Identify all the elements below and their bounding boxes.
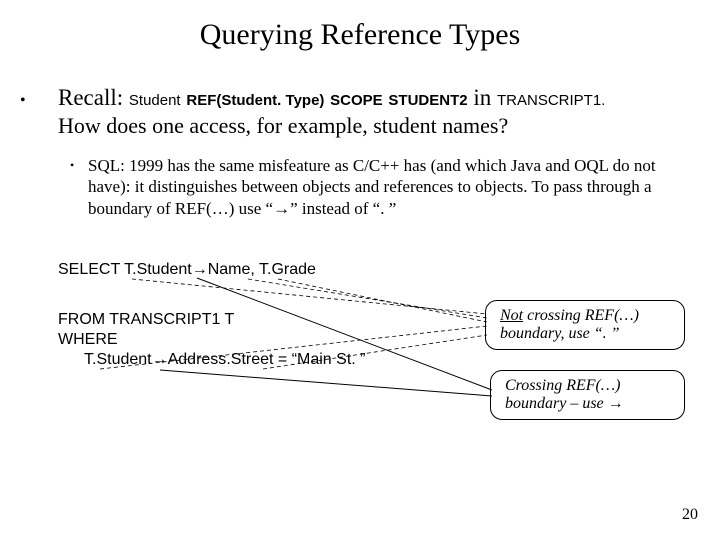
code-student2: STUDENT2 <box>388 92 467 109</box>
sql-student1: Student <box>137 261 192 278</box>
bullet-dot: • <box>20 92 26 110</box>
code-student: Student <box>129 92 181 109</box>
sql-l4-street: Street = “Main St. ” <box>231 351 366 368</box>
callout1-line2: boundary, use “. ” <box>500 325 620 342</box>
sql-l4-arrow: → <box>152 351 168 368</box>
callout1-line1: crossing REF(…) <box>523 307 639 324</box>
callout-not-crossing: Not crossing REF(…) boundary, use “. ” <box>485 300 685 350</box>
callout2-line1: Crossing REF(…) <box>505 377 620 394</box>
how-line: How does one access, for example, studen… <box>58 113 508 139</box>
sql-grade: Grade <box>271 261 315 278</box>
code-ref: REF(Student. Type) <box>186 92 324 109</box>
sql-from: FROM TRANSCRIPT1 T <box>58 310 234 329</box>
in-word: in <box>473 85 491 110</box>
sql-l4-student: Student <box>96 351 151 368</box>
slide-body: Querying Reference Types • Recall: Stude… <box>0 0 720 540</box>
sql-select: SELECT T.Student→Name, T.Grade <box>58 260 316 279</box>
sql-predicate: T.Student→Address.Street = “Main St. ” <box>84 350 365 369</box>
slide-title: Querying Reference Types <box>0 18 720 52</box>
sql-l4-address: Address <box>168 351 227 368</box>
recall-line: Recall: Student REF(Student. Type) SCOPE… <box>58 85 605 111</box>
sub-bullet-text: SQL: 1999 has the same misfeature as C/C… <box>88 155 680 219</box>
sql-arrow1: → <box>192 261 208 278</box>
sql-select-kw: SELECT T <box>58 261 132 278</box>
code-scope: SCOPE <box>330 92 383 109</box>
page-number: 20 <box>682 506 698 524</box>
callout-crossing: Crossing REF(…) boundary – use → <box>490 370 685 420</box>
sub-bullet: • SQL: 1999 has the same misfeature as C… <box>70 155 680 219</box>
code-transcript: TRANSCRIPT1. <box>497 92 605 109</box>
callout2-line2: boundary – use → <box>505 395 624 412</box>
sql-where: WHERE <box>58 330 118 349</box>
sql-name: Name, T <box>208 261 267 278</box>
sub-bullet-dot: • <box>70 158 74 173</box>
sql-l4-T: T <box>84 351 92 368</box>
callout1-not: Not <box>500 307 523 324</box>
recall-label: Recall: <box>58 85 123 110</box>
